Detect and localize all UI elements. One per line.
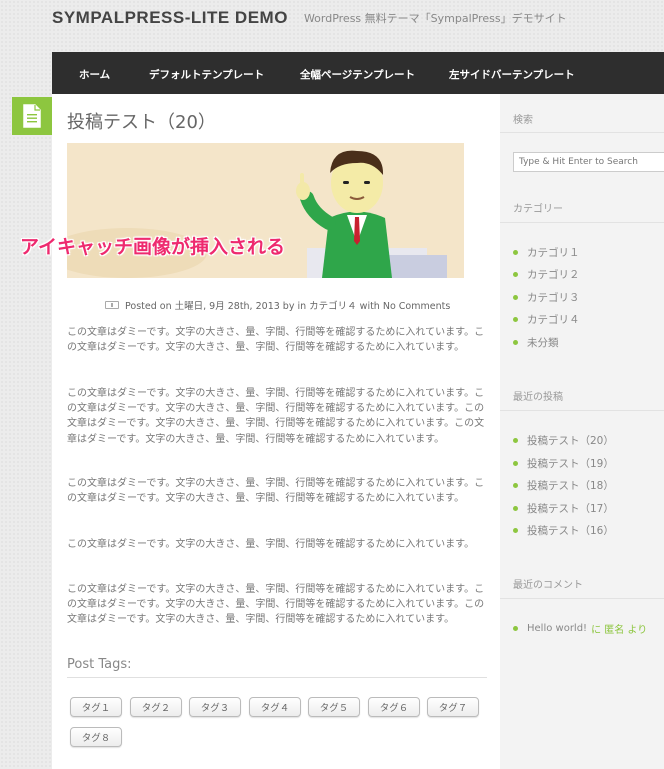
- nav-item-home[interactable]: ホーム: [79, 67, 110, 82]
- category-label: カテゴリ２: [527, 269, 580, 281]
- post-meta-text: Posted on 土曜日, 9月 28th, 2013 by in カテゴリ４…: [125, 301, 451, 312]
- sidebar-category-item[interactable]: 未分類: [513, 335, 559, 350]
- tag-link[interactable]: タグ２: [130, 697, 182, 717]
- recent-post-label: 投稿テスト（18）: [527, 480, 614, 492]
- comment-post-link[interactable]: Hello world!: [527, 623, 587, 634]
- tag-link[interactable]: タグ４: [249, 697, 301, 717]
- bullet-icon: [513, 483, 518, 488]
- recent-post-label: 投稿テスト（16）: [527, 525, 614, 537]
- sidebar-category-item[interactable]: カテゴリ１: [513, 245, 580, 260]
- site-description: WordPress 無料テーマ「SympalPress」デモサイト: [303, 12, 567, 25]
- comment-author-link[interactable]: に 匿名 より: [591, 621, 647, 636]
- link-icon: [105, 301, 119, 309]
- post-meta: Posted on 土曜日, 9月 28th, 2013 by in カテゴリ４…: [105, 298, 450, 312]
- tag-link[interactable]: タグ７: [427, 697, 479, 717]
- bullet-icon: [513, 250, 518, 255]
- post-tags-heading: Post Tags:: [67, 657, 132, 672]
- tag-link[interactable]: タグ８: [70, 727, 122, 747]
- document-icon: [12, 97, 52, 135]
- divider: [500, 598, 664, 599]
- site-title[interactable]: SYMPALPRESS-LITE DEMO: [52, 8, 288, 28]
- search-heading: 検索: [513, 115, 533, 126]
- tag-link[interactable]: タグ５: [308, 697, 360, 717]
- sidebar-category-item[interactable]: カテゴリ３: [513, 290, 580, 305]
- post-paragraph: この文章はダミーです。文字の大きさ、量、字間、行間等を確認するために入れています…: [67, 388, 485, 445]
- post-paragraph: この文章はダミーです。文字の大きさ、量、字間、行間等を確認するために入れています…: [67, 539, 475, 550]
- sidebar-recent-comment-item[interactable]: Hello world! に 匿名 より: [513, 621, 647, 636]
- bullet-icon: [513, 626, 518, 631]
- divider: [67, 677, 487, 678]
- recent-comments-heading: 最近のコメント: [513, 580, 583, 591]
- recent-post-label: 投稿テスト（19）: [527, 458, 614, 470]
- post-paragraph: この文章はダミーです。文字の大きさ、量、字間、行間等を確認するために入れています…: [67, 478, 485, 505]
- tag-link[interactable]: タグ３: [189, 697, 241, 717]
- category-label: 未分類: [527, 337, 559, 349]
- recent-post-label: 投稿テスト（20）: [527, 435, 614, 447]
- tag-link[interactable]: タグ１: [70, 697, 122, 717]
- bullet-icon: [513, 272, 518, 277]
- nav-item-left-sidebar-template[interactable]: 左サイドバーテンプレート: [449, 67, 575, 82]
- search-input[interactable]: Type & Hit Enter to Search: [513, 152, 664, 172]
- recent-posts-heading: 最近の投稿: [513, 392, 563, 403]
- post-title[interactable]: 投稿テスト（20）: [67, 108, 216, 134]
- divider: [500, 222, 664, 223]
- sidebar: [500, 94, 664, 769]
- bullet-icon: [513, 340, 518, 345]
- bullet-icon: [513, 317, 518, 322]
- bullet-icon: [513, 461, 518, 466]
- sidebar-recent-post-item[interactable]: 投稿テスト（16）: [513, 523, 614, 538]
- category-label: カテゴリ４: [527, 314, 580, 326]
- post-paragraph: この文章はダミーです。文字の大きさ、量、字間、行間等を確認するために入れています…: [67, 327, 485, 354]
- nav-item-fullwidth-template[interactable]: 全幅ページテンプレート: [300, 67, 415, 82]
- divider: [500, 132, 664, 133]
- site-header: SYMPALPRESS-LITE DEMO WordPress 無料テーマ「Sy…: [52, 8, 567, 32]
- bullet-icon: [513, 438, 518, 443]
- nav-item-default-template[interactable]: デフォルトテンプレート: [149, 67, 264, 82]
- sidebar-recent-post-item[interactable]: 投稿テスト（19）: [513, 456, 614, 471]
- main-nav: ホーム デフォルトテンプレート 全幅ページテンプレート 左サイドバーテンプレート: [52, 52, 664, 94]
- sidebar-recent-post-item[interactable]: 投稿テスト（17）: [513, 501, 614, 516]
- sidebar-recent-post-item[interactable]: 投稿テスト（18）: [513, 478, 614, 493]
- tag-link[interactable]: タグ６: [368, 697, 420, 717]
- bullet-icon: [513, 506, 518, 511]
- sidebar-recent-post-item[interactable]: 投稿テスト（20）: [513, 433, 614, 448]
- bullet-icon: [513, 528, 518, 533]
- category-label: カテゴリ３: [527, 292, 580, 304]
- category-label: カテゴリ１: [527, 247, 580, 259]
- eyecatch-caption: アイキャッチ画像が挿入される: [20, 236, 286, 258]
- categories-heading: カテゴリー: [513, 204, 563, 215]
- post-paragraph: この文章はダミーです。文字の大きさ、量、字間、行間等を確認するために入れています…: [67, 584, 485, 626]
- recent-post-label: 投稿テスト（17）: [527, 503, 614, 515]
- bullet-icon: [513, 295, 518, 300]
- sidebar-category-item[interactable]: カテゴリ４: [513, 312, 580, 327]
- divider: [500, 410, 664, 411]
- sidebar-category-item[interactable]: カテゴリ２: [513, 267, 580, 282]
